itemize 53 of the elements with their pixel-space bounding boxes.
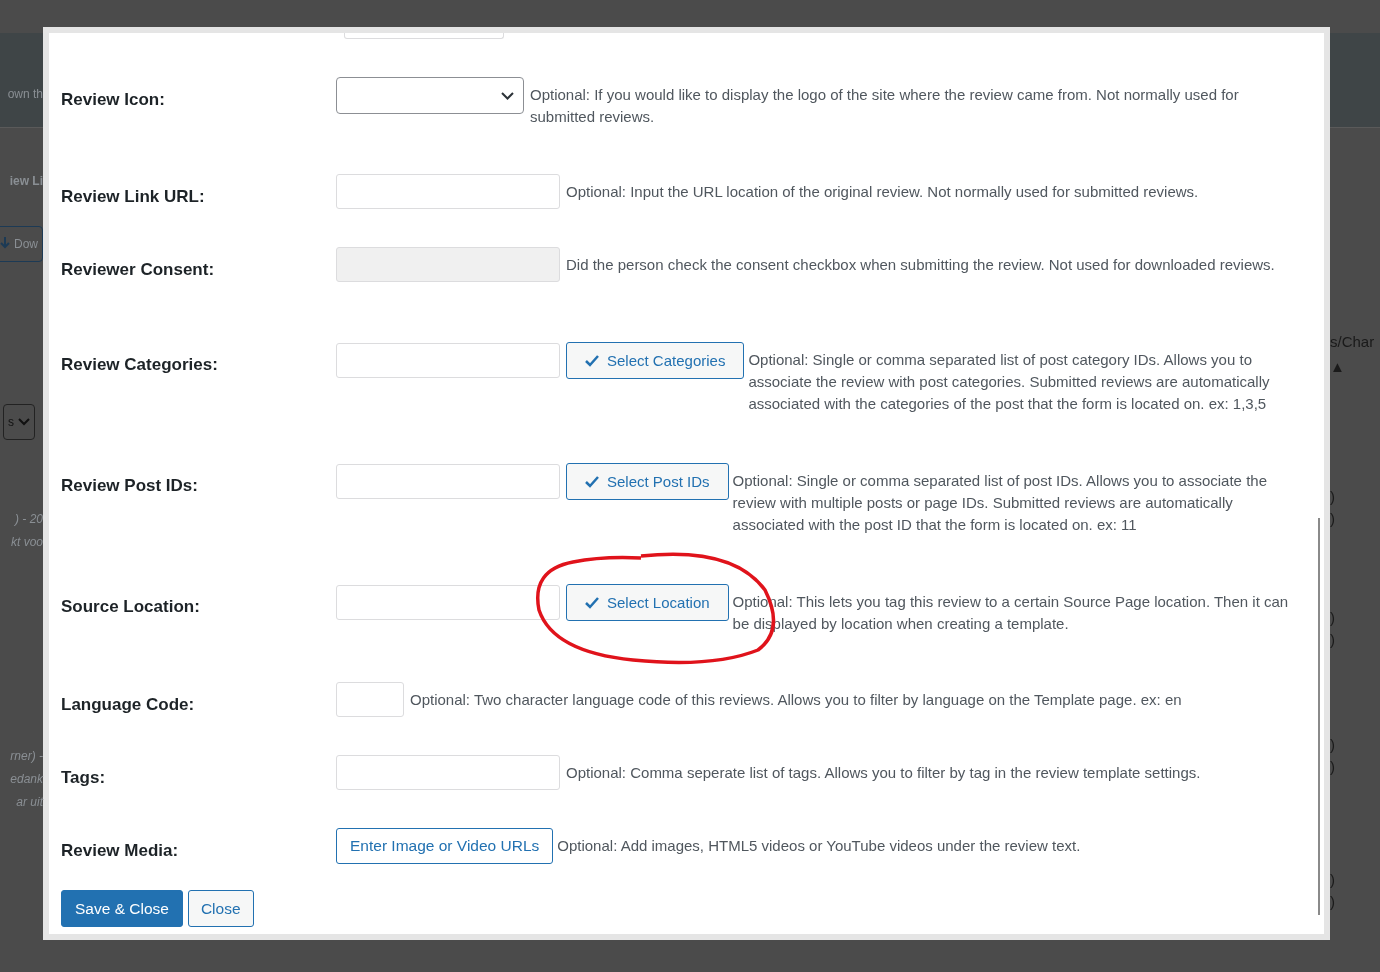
- chevron-down-icon: [501, 91, 514, 100]
- field-description: Optional: If you would like to display the logo of the site where the review came from. Not normally used for submitted reviews.: [530, 85, 1240, 127]
- check-icon: [585, 354, 599, 367]
- field-label: Language Code:: [61, 694, 196, 716]
- background-text: kt voo: [11, 534, 43, 551]
- background-text: ) - 20: [15, 511, 43, 528]
- chevron-down-icon: [18, 418, 30, 426]
- check-icon: [585, 475, 599, 488]
- background-heading: iew Li: [9, 173, 43, 190]
- field-description: Optional: Single or comma separated list of post IDs. Allows you to associate the review with multiple posts or page IDs. Submitted reviews are automatically associated with the post ID that the form is located on. ex: 11: [732, 471, 1268, 535]
- field-description: Optional: Add images, HTML5 videos or YouTube videos under the review text.: [557, 836, 1082, 856]
- background-text: ): [1330, 487, 1335, 507]
- icon-select[interactable]: [336, 77, 524, 114]
- field-label: Tags:: [61, 767, 107, 789]
- text-field[interactable]: [336, 174, 560, 209]
- text-field[interactable]: [336, 682, 404, 717]
- text-field[interactable]: [336, 343, 560, 378]
- background-text: ): [1330, 870, 1335, 890]
- background-text: ): [1330, 757, 1335, 777]
- background-text: ): [1330, 892, 1335, 912]
- field-label: Source Location:: [61, 596, 201, 618]
- background-text: ): [1330, 608, 1335, 628]
- select-button[interactable]: Select Post IDs: [566, 463, 729, 500]
- background-text: edank: [10, 771, 43, 788]
- field-description: Optional: Two character language code of this reviews. Allows you to filter by language on the Template page. ex: en: [410, 690, 1183, 710]
- background-text: ▲: [1330, 357, 1345, 377]
- scrollbar[interactable]: [1318, 518, 1320, 915]
- select-button[interactable]: Select Categories: [566, 342, 745, 379]
- field-description: Optional: Input the URL location of the original review. Not normally used for submitted reviews.: [566, 182, 1200, 202]
- background-text: ): [1330, 509, 1335, 529]
- background-text: ): [1330, 735, 1335, 755]
- background-text: ar uit: [16, 794, 43, 811]
- background-text: own th: [7, 86, 43, 103]
- field-label: Review Link URL:: [61, 186, 206, 208]
- field-label: Review Categories:: [61, 354, 219, 376]
- field-description: Did the person check the consent checkbox when submitting the review. Not used for downloaded reviews.: [566, 255, 1276, 275]
- field-description: Optional: Comma seperate list of tags. Allows you to filter by tag in the review template settings.: [566, 763, 1202, 783]
- close-button[interactable]: Close: [187, 890, 254, 927]
- field-label: Review Media:: [61, 840, 180, 862]
- check-icon: [585, 596, 599, 609]
- select-button[interactable]: Select Location: [566, 584, 729, 621]
- media-button[interactable]: Enter Image or Video URLs: [336, 828, 554, 864]
- download-icon: [0, 237, 10, 251]
- field-description: Optional: Single or comma separated list of post category IDs. Allows you to associate the review with post categories. Submitted reviews are automatically associated with the categories of the post that the form is located on. ex: 1,3,5: [748, 350, 1271, 414]
- save-close-button[interactable]: Save & Close: [61, 890, 183, 927]
- field-label: Review Post IDs:: [61, 475, 199, 497]
- text-field[interactable]: [336, 755, 560, 790]
- text-field[interactable]: [336, 464, 560, 499]
- text-field[interactable]: [336, 585, 560, 620]
- background-text: ): [1330, 630, 1335, 650]
- field-label: Review Icon:: [61, 89, 166, 111]
- background-text: rner) -: [10, 748, 43, 765]
- field-label: Reviewer Consent:: [61, 259, 216, 281]
